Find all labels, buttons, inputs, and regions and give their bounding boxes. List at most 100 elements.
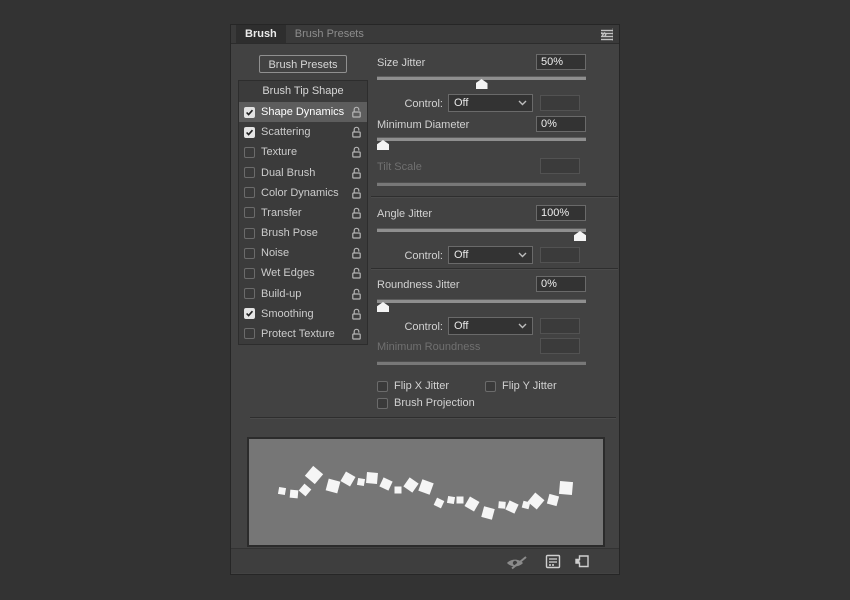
tab-brush-presets[interactable]: Brush Presets — [286, 25, 373, 43]
angle-jitter-label: Angle Jitter — [377, 208, 433, 220]
preview-square — [379, 477, 393, 491]
list-item-brush-pose[interactable]: Brush Pose — [239, 223, 367, 243]
unlock-icon[interactable] — [351, 227, 362, 239]
list-item-color-dynamics[interactable]: Color Dynamics — [239, 183, 367, 203]
list-item-brush-tip-shape[interactable]: Brush Tip Shape — [239, 81, 367, 102]
size-control-value: Off — [454, 97, 469, 109]
preview-square — [498, 501, 506, 509]
item-checkbox[interactable] — [244, 308, 255, 320]
preview-square — [394, 486, 402, 494]
minimum-diameter-field[interactable]: 0% — [536, 116, 586, 132]
flip-x-jitter-label: Flip X Jitter — [394, 380, 450, 392]
roundness-jitter-field[interactable]: 0% — [536, 276, 586, 292]
minimum-roundness-label: Minimum Roundness — [377, 341, 481, 353]
item-checkbox[interactable] — [244, 328, 255, 340]
unlock-icon[interactable] — [351, 167, 362, 179]
item-label: Transfer — [261, 206, 302, 219]
roundness-jitter-slider[interactable] — [377, 299, 586, 313]
preview-square — [505, 500, 519, 514]
list-item-protect-texture[interactable]: Protect Texture — [239, 324, 367, 344]
tilt-scale-field — [540, 158, 580, 174]
size-control-dropdown[interactable]: Off — [448, 94, 533, 112]
angle-jitter-field[interactable]: 100% — [536, 205, 586, 221]
unlock-icon[interactable] — [351, 207, 362, 219]
unlock-icon[interactable] — [351, 308, 362, 320]
preview-square — [289, 489, 299, 499]
angle-jitter-slider[interactable] — [377, 228, 586, 242]
tab-brush[interactable]: Brush — [236, 25, 286, 43]
section-divider — [250, 417, 616, 418]
unlock-icon[interactable] — [351, 106, 362, 118]
item-checkbox[interactable] — [244, 106, 255, 118]
item-label: Scattering — [261, 126, 311, 139]
chevron-down-icon — [518, 323, 527, 329]
item-checkbox[interactable] — [244, 247, 255, 259]
list-item-noise[interactable]: Noise — [239, 243, 367, 263]
item-label: Smoothing — [261, 307, 314, 320]
preview-square — [418, 479, 434, 495]
item-checkbox[interactable] — [244, 288, 255, 300]
tilt-scale-label: Tilt Scale — [377, 161, 422, 173]
item-label: Build-up — [261, 287, 302, 300]
section-divider — [371, 268, 618, 269]
angle-control-value: Off — [454, 249, 469, 261]
slider-thumb[interactable] — [475, 79, 488, 89]
item-label: Noise — [261, 247, 290, 260]
brush-projection-label: Brush Projection — [394, 397, 475, 409]
preview-square — [527, 492, 545, 510]
item-checkbox[interactable] — [244, 167, 255, 179]
preview-square — [546, 493, 560, 507]
unlock-icon[interactable] — [351, 187, 362, 199]
item-checkbox[interactable] — [244, 227, 255, 239]
panel-menu-icon[interactable] — [600, 28, 614, 41]
item-checkbox[interactable] — [244, 267, 255, 279]
unlock-icon[interactable] — [351, 146, 362, 159]
list-item-scattering[interactable]: Scattering — [239, 122, 367, 142]
list-item-shape-dynamics[interactable]: Shape Dynamics — [239, 102, 367, 123]
minimum-roundness-field — [540, 338, 580, 354]
preview-square — [403, 477, 419, 493]
list-item-dual-brush[interactable]: Dual Brush — [239, 163, 367, 183]
list-item-texture[interactable]: Texture — [239, 142, 367, 162]
flip-y-jitter-checkbox[interactable] — [485, 380, 496, 392]
unlock-icon[interactable] — [351, 328, 362, 340]
item-label: Color Dynamics — [261, 186, 339, 199]
minimum-diameter-slider[interactable] — [377, 137, 586, 151]
brush-projection-checkbox[interactable] — [377, 397, 388, 409]
unlock-icon[interactable] — [351, 267, 362, 280]
tilt-scale-slider — [377, 182, 586, 196]
unlock-icon[interactable] — [351, 126, 362, 138]
live-tip-preview-icon[interactable] — [504, 555, 536, 570]
list-item-build-up[interactable]: Build-up — [239, 284, 367, 304]
minimum-roundness-slider — [377, 361, 586, 375]
unlock-icon[interactable] — [351, 288, 362, 300]
panel-footer — [231, 548, 619, 573]
brush-settings-list: Brush Tip Shape Shape Dynamics Scattering… — [238, 80, 368, 345]
preset-manager-icon[interactable] — [545, 554, 561, 569]
list-item-transfer[interactable]: Transfer — [239, 203, 367, 223]
size-jitter-slider[interactable] — [377, 76, 586, 90]
preview-square — [481, 506, 495, 520]
item-checkbox[interactable] — [244, 146, 255, 158]
size-control-amount-field — [540, 95, 580, 111]
list-item-wet-edges[interactable]: Wet Edges — [239, 263, 367, 283]
unlock-icon[interactable] — [351, 247, 362, 259]
item-label: Brush Pose — [261, 227, 318, 240]
brush-presets-button[interactable]: Brush Presets — [259, 55, 347, 73]
slider-thumb[interactable] — [377, 302, 389, 312]
item-checkbox[interactable] — [244, 207, 255, 219]
preview-square — [298, 483, 312, 497]
slider-thumb[interactable] — [574, 231, 586, 241]
chevron-down-icon — [518, 252, 527, 258]
new-brush-icon[interactable] — [574, 554, 590, 569]
item-checkbox[interactable] — [244, 187, 255, 199]
angle-control-dropdown[interactable]: Off — [448, 246, 533, 264]
roundness-control-dropdown[interactable]: Off — [448, 317, 533, 335]
flip-x-jitter-checkbox[interactable] — [377, 380, 388, 392]
preview-square — [277, 486, 287, 496]
item-checkbox[interactable] — [244, 126, 255, 138]
brush-projection-row: Brush Projection — [377, 397, 475, 409]
list-item-smoothing[interactable]: Smoothing — [239, 304, 367, 324]
size-jitter-field[interactable]: 50% — [536, 54, 586, 70]
slider-thumb[interactable] — [377, 140, 389, 150]
